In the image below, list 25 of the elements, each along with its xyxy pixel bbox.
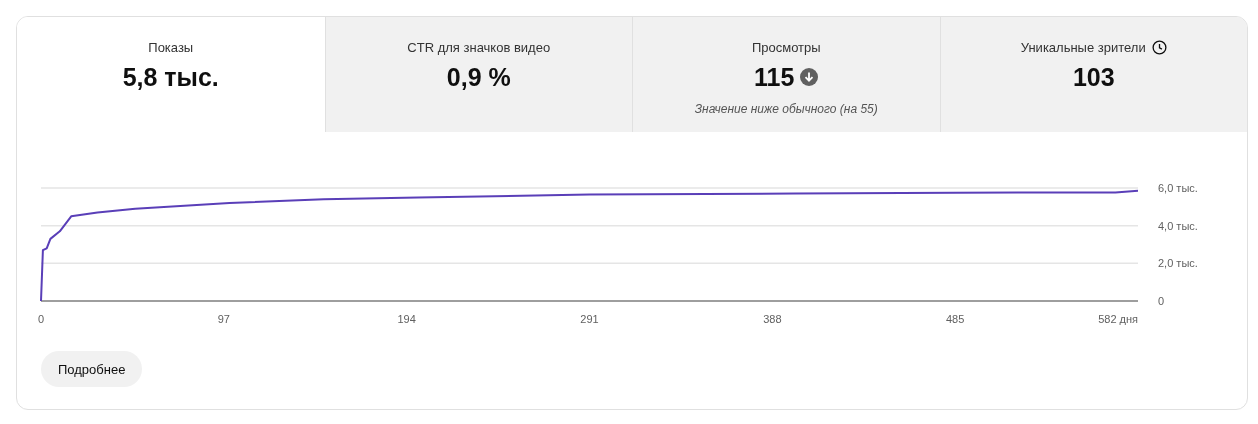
metric-value: 103 [1072, 62, 1115, 92]
axis-label: 4,0 тыс. [1158, 219, 1198, 232]
comparison-note: Значение ниже обычного (на 55) [694, 102, 878, 116]
metric-label: Уникальные зрители [1020, 39, 1146, 55]
axis-label: 6,0 тыс. [1158, 182, 1198, 194]
axis-label: 2,0 тыс. [1158, 257, 1198, 270]
axis-label: 291 [580, 313, 599, 325]
axis-label: 0 [38, 313, 45, 325]
metric-label: CTR для значков видео [407, 39, 551, 55]
axis-label: 0 [1158, 295, 1165, 307]
more-button[interactable]: Подробнее [41, 351, 143, 387]
metric-value: 0,9 % [446, 62, 511, 92]
axis-label: 582 дня [1098, 313, 1138, 325]
axis-label: 97 [217, 313, 230, 325]
axis-label: 485 [946, 313, 965, 325]
metric-label: Показы [148, 39, 194, 55]
metric-tab[interactable]: Уникальные зрители 103 [939, 17, 1247, 132]
axis-label: 194 [397, 313, 416, 325]
metric-value: 115 [754, 62, 795, 92]
metric-label: Просмотры [751, 39, 821, 55]
metric-value: 5,8 тыс. [122, 62, 219, 92]
axis-label: 388 [763, 313, 782, 325]
clock-icon[interactable] [1151, 39, 1167, 55]
metric-tab[interactable]: CTR для значков видео 0,9 % [324, 17, 632, 132]
metric-tab[interactable]: Просмотры 115 Значение ниже обычного (на 55) [632, 17, 940, 132]
